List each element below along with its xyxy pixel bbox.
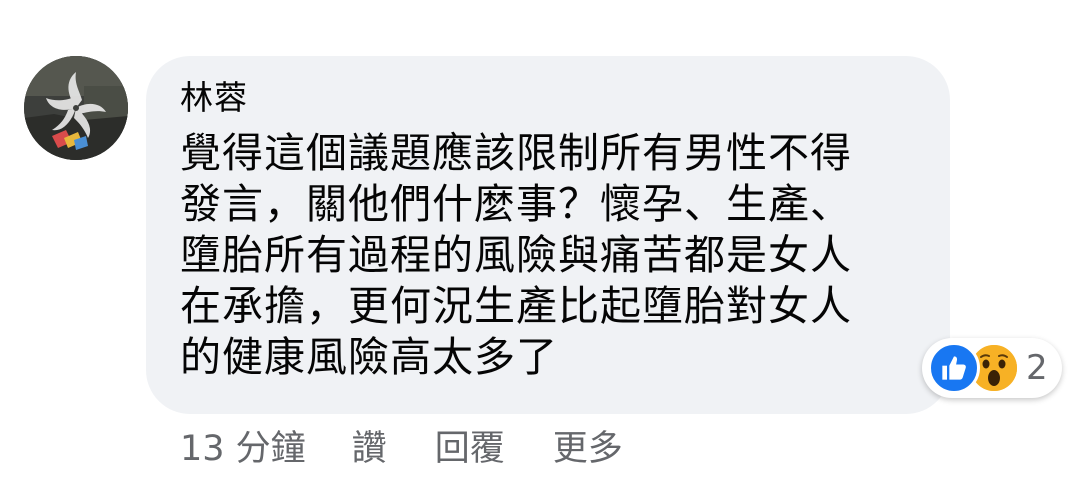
avatar[interactable]	[24, 56, 128, 160]
comment-text: 覺得這個議題應該限制所有男性不得發言，關他們什麼事？懷孕、生產、墮胎所有過程的風…	[180, 129, 852, 381]
more-button[interactable]: 更多	[553, 424, 623, 474]
avatar-image	[24, 56, 128, 160]
comment-actions: 13 分鐘 讚 回覆 更多	[180, 424, 671, 474]
reactions-summary[interactable]: 2	[922, 338, 1062, 398]
reply-button[interactable]: 回覆	[435, 424, 505, 474]
reaction-count: 2	[1026, 348, 1048, 388]
comment-bubble: 林蓉 覺得這個議題應該限制所有男性不得發言，關他們什麼事？懷孕、生產、墮胎所有過…	[146, 56, 950, 414]
like-icon	[928, 342, 980, 394]
like-button[interactable]: 讚	[352, 424, 387, 474]
comment-timestamp[interactable]: 13 分鐘	[180, 424, 306, 474]
comment-author[interactable]: 林蓉	[180, 78, 950, 118]
